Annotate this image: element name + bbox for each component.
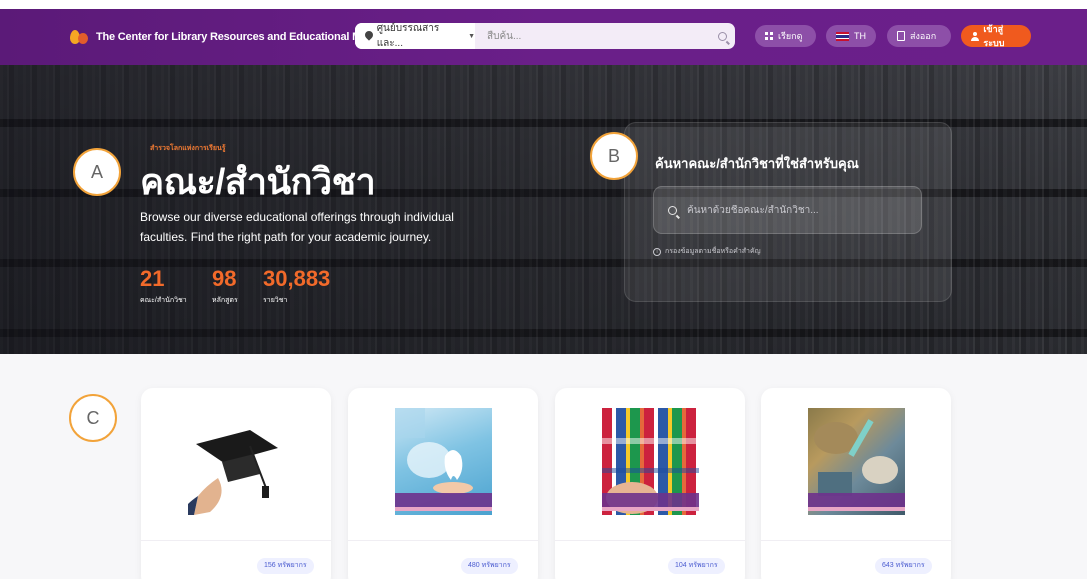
resource-count-badge: 480 ทรัพยากร [461, 558, 518, 574]
global-search: ศูนย์บรรณสารและ... ▼ [355, 23, 735, 49]
stat-label: หลักสูตร [212, 297, 238, 304]
annotation-marker-c: C [69, 394, 117, 442]
resource-count-badge: 104 ทรัพยากร [668, 558, 725, 574]
hero-section: สำรวจโลกแห่งการเรียนรู้ คณะ/สำนักวิชา Br… [0, 65, 1087, 354]
faculty-search-input[interactable] [687, 204, 887, 216]
page-title: คณะ/สำนักวิชา [140, 161, 376, 202]
top-navbar: The Center for Library Resources and Edu… [0, 0, 1087, 68]
faculty-card[interactable]: 643 ทรัพยากร [761, 388, 951, 579]
faculty-card[interactable]: 104 ทรัพยากร [555, 388, 745, 579]
stat-value: 21 [140, 266, 165, 291]
panel-hint: i กรองข้อมูลตามชื่อหรือคำสำคัญ [653, 246, 761, 257]
stat-faculties: 21 คณะ/สำนักวิชา [140, 265, 212, 306]
stat-courses: 30,883 รายวิชา [263, 265, 353, 306]
annotation-marker-b: B [590, 132, 638, 180]
world-flags-image [602, 408, 699, 515]
annotation-marker-a: A [73, 148, 121, 196]
stat-programs: 98 หลักสูตร [212, 265, 263, 306]
grid-icon [765, 32, 773, 40]
resource-count-badge: 156 ทรัพยากร [257, 558, 314, 574]
language-button[interactable]: TH [826, 25, 876, 47]
search-scope-value: ศูนย์บรรณสารและ... [376, 23, 440, 49]
search-icon [668, 205, 677, 215]
info-icon: i [653, 247, 661, 256]
graduation-cap-image [188, 408, 285, 515]
dentistry-image [395, 408, 492, 515]
faculty-search-box [653, 186, 922, 234]
document-icon [897, 31, 905, 41]
navbar-bar: The Center for Library Resources and Edu… [0, 9, 1087, 65]
thai-flag-icon [836, 31, 849, 41]
chevron-down-icon: ▼ [468, 32, 475, 40]
panel-title: ค้นหาคณะ/สำนักวิชาที่ใช่สำหรับคุณ [655, 156, 859, 171]
export-label: ส่งออก [910, 31, 937, 41]
location-pin-icon [365, 31, 373, 41]
login-button[interactable]: เข้าสู่ระบบ [961, 24, 1031, 48]
brand-link[interactable]: The Center for Library Resources and Edu… [68, 26, 382, 48]
faculty-card[interactable]: 480 ทรัพยากร [348, 388, 538, 579]
brand-name: The Center for Library Resources and Edu… [96, 31, 383, 43]
veterinary-image [808, 408, 905, 515]
stat-label: รายวิชา [263, 297, 288, 304]
export-button[interactable]: ส่งออก [887, 25, 951, 47]
search-input[interactable] [475, 23, 709, 49]
language-label: TH [854, 31, 866, 41]
stat-value: 30,883 [263, 266, 331, 291]
hero-stats: 21 คณะ/สำนักวิชา 98 หลักสูตร 30,883 รายว… [140, 265, 353, 306]
faculty-card[interactable]: 156 ทรัพยากร [141, 388, 331, 579]
panel-hint-text: กรองข้อมูลตามชื่อหรือคำสำคัญ [665, 248, 761, 255]
user-icon [971, 31, 980, 41]
search-icon[interactable] [709, 23, 735, 49]
stat-value: 98 [212, 266, 237, 291]
hero-description: Browse our diverse educational offerings… [140, 210, 454, 244]
faculty-search-panel: ค้นหาคณะ/สำนักวิชาที่ใช่สำหรับคุณ i กรอง… [624, 122, 952, 302]
browse-label: เรียกดู [778, 31, 803, 41]
browse-button[interactable]: เรียกดู [755, 25, 816, 47]
resource-count-badge: 643 ทรัพยากร [875, 558, 932, 574]
login-label: เข้าสู่ระบบ [983, 24, 1005, 48]
library-logo-icon [68, 26, 90, 48]
stat-label: คณะ/สำนักวิชา [140, 297, 187, 304]
search-scope-select[interactable]: ศูนย์บรรณสารและ... ▼ [355, 23, 475, 49]
